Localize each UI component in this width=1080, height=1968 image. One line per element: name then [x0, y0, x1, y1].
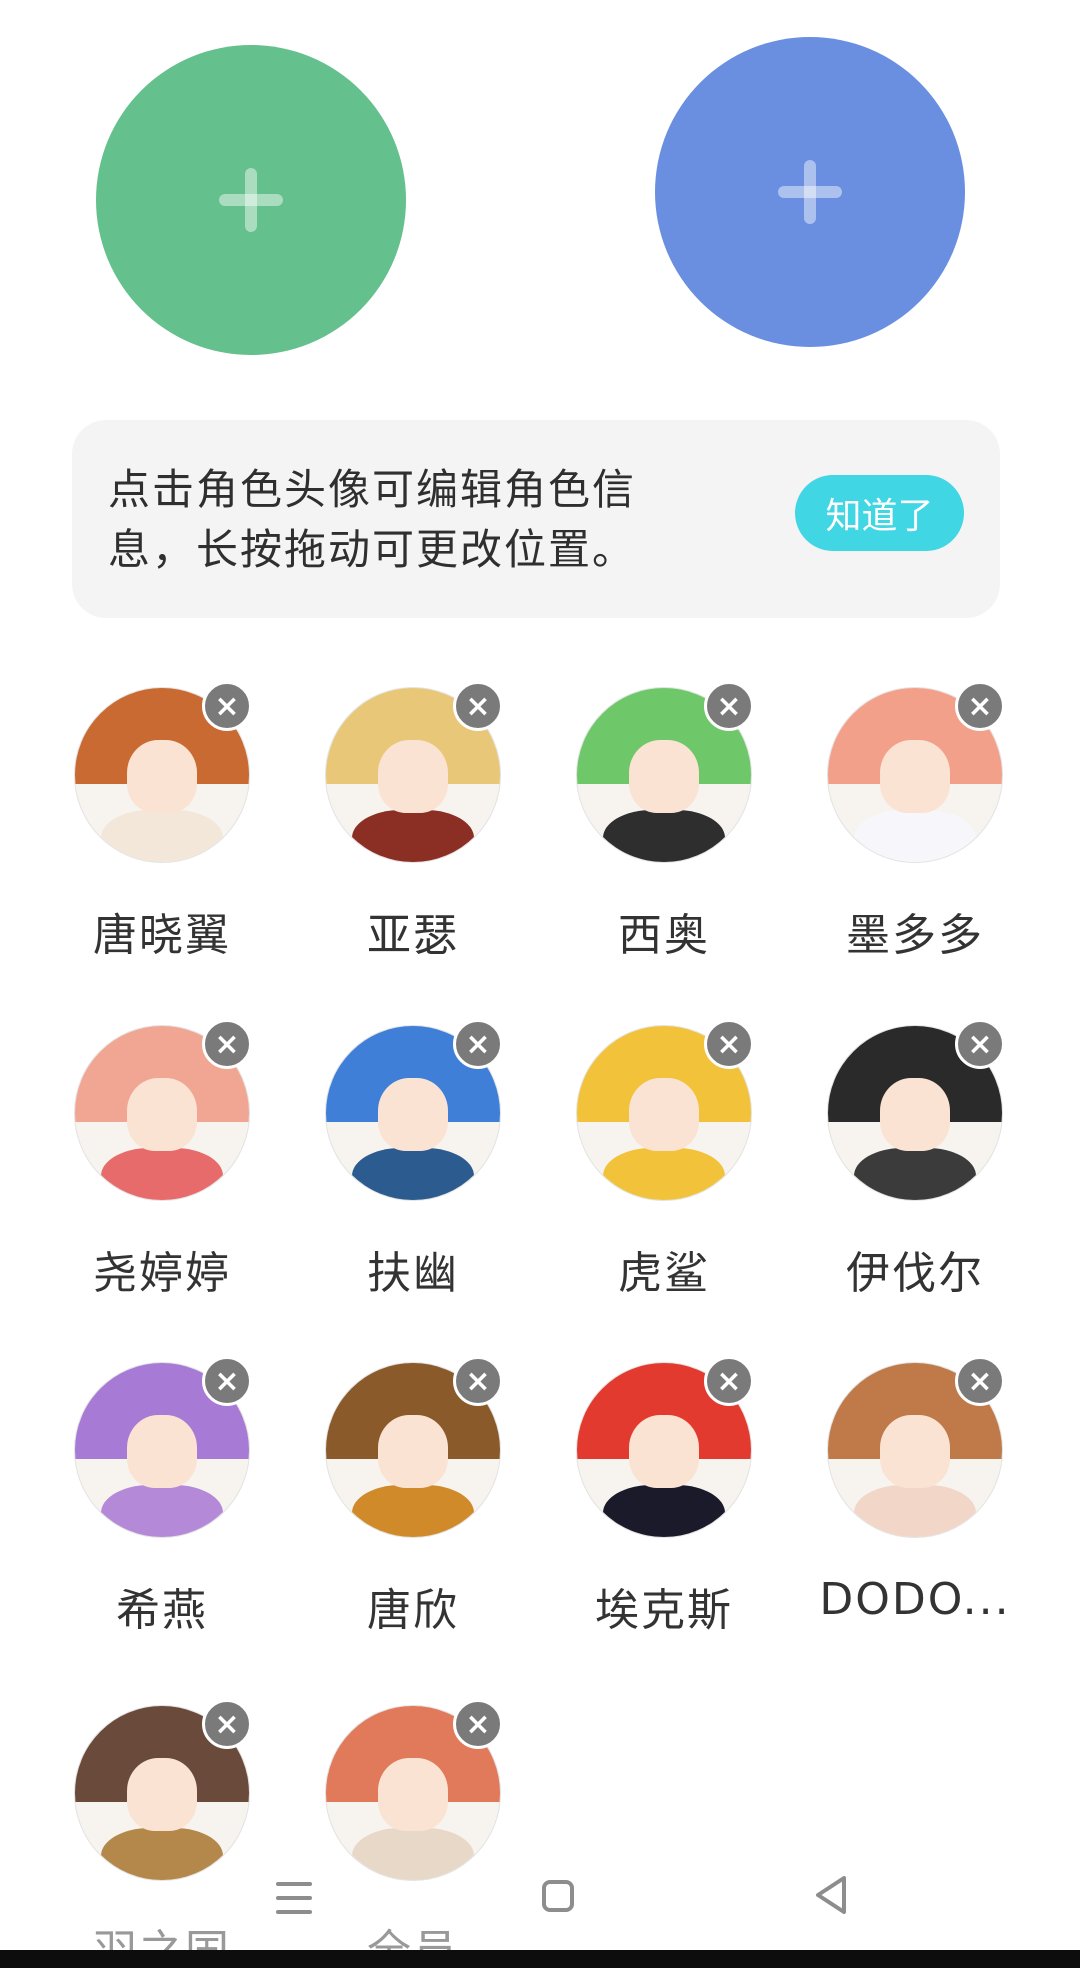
- character-item[interactable]: × 唐欣: [275, 1356, 525, 1652]
- avatar-wrapper: ×: [74, 1356, 252, 1538]
- character-item[interactable]: × 埃克斯: [526, 1356, 776, 1652]
- character-list-page: 点击角色头像可编辑角色信息，长按拖动可更改位置。 知道了 × 唐晓翼 × 亚瑟 × 西奥 ×…: [0, 0, 1080, 1968]
- delete-icon[interactable]: ×: [202, 1699, 252, 1749]
- character-name: 埃克斯: [595, 1585, 733, 1636]
- character-name: 虎鲨: [618, 1248, 710, 1299]
- character-name: 尧婷婷: [93, 1248, 231, 1299]
- system-navigation-bar: [0, 1840, 1080, 1950]
- character-grid: × 唐晓翼 × 亚瑟 × 西奥 × 墨多多 × 尧婷婷 × 扶幽 × 虎鲨 × 伊伐尔 × 希燕 × 唐欣 × 埃克斯 × D…: [0, 0, 1080, 1968]
- recent-apps-icon[interactable]: [256, 1860, 336, 1940]
- delete-icon[interactable]: ×: [704, 681, 754, 731]
- delete-icon[interactable]: ×: [955, 1356, 1005, 1406]
- delete-icon[interactable]: ×: [453, 1356, 503, 1406]
- avatar-wrapper: ×: [74, 681, 252, 863]
- delete-icon[interactable]: ×: [202, 1019, 252, 1069]
- character-name: 伊伐尔: [846, 1248, 984, 1299]
- delete-icon[interactable]: ×: [955, 1019, 1005, 1069]
- character-item[interactable]: × 伊伐尔: [777, 1019, 1027, 1315]
- character-name: 唐晓翼: [93, 910, 231, 961]
- delete-icon[interactable]: ×: [704, 1356, 754, 1406]
- delete-icon[interactable]: ×: [453, 1699, 503, 1749]
- avatar-wrapper: ×: [827, 1356, 1005, 1538]
- delete-icon[interactable]: ×: [453, 681, 503, 731]
- character-item[interactable]: × 西奥: [526, 681, 776, 977]
- character-item[interactable]: × DODO...: [777, 1356, 1027, 1652]
- character-item[interactable]: × 希燕: [24, 1356, 274, 1652]
- delete-icon[interactable]: ×: [453, 1019, 503, 1069]
- avatar-wrapper: ×: [827, 1019, 1005, 1201]
- avatar-wrapper: ×: [74, 1019, 252, 1201]
- character-name: 亚瑟: [367, 910, 459, 961]
- delete-icon[interactable]: ×: [202, 681, 252, 731]
- avatar-wrapper: ×: [325, 1019, 503, 1201]
- bottom-edge: [0, 1950, 1080, 1968]
- character-item[interactable]: × 亚瑟: [275, 681, 525, 977]
- character-name: 墨多多: [846, 910, 984, 961]
- avatar-wrapper: ×: [827, 681, 1005, 863]
- character-name: 希燕: [116, 1585, 208, 1636]
- delete-icon[interactable]: ×: [704, 1019, 754, 1069]
- back-icon[interactable]: [792, 1860, 872, 1940]
- avatar-wrapper: ×: [325, 1356, 503, 1538]
- delete-icon[interactable]: ×: [955, 681, 1005, 731]
- avatar-wrapper: ×: [576, 1019, 754, 1201]
- character-item[interactable]: × 虎鲨: [526, 1019, 776, 1315]
- character-name: 扶幽: [367, 1248, 459, 1299]
- character-name: DODO...: [819, 1574, 1011, 1625]
- avatar-wrapper: ×: [576, 681, 754, 863]
- character-name: 西奥: [618, 910, 710, 961]
- avatar-wrapper: ×: [576, 1356, 754, 1538]
- character-item[interactable]: × 墨多多: [777, 681, 1027, 977]
- home-icon[interactable]: [520, 1860, 600, 1940]
- character-name: 唐欣: [367, 1585, 459, 1636]
- character-item[interactable]: × 扶幽: [275, 1019, 525, 1315]
- character-item[interactable]: × 尧婷婷: [24, 1019, 274, 1315]
- character-item[interactable]: × 唐晓翼: [24, 681, 274, 977]
- delete-icon[interactable]: ×: [202, 1356, 252, 1406]
- avatar-wrapper: ×: [325, 681, 503, 863]
